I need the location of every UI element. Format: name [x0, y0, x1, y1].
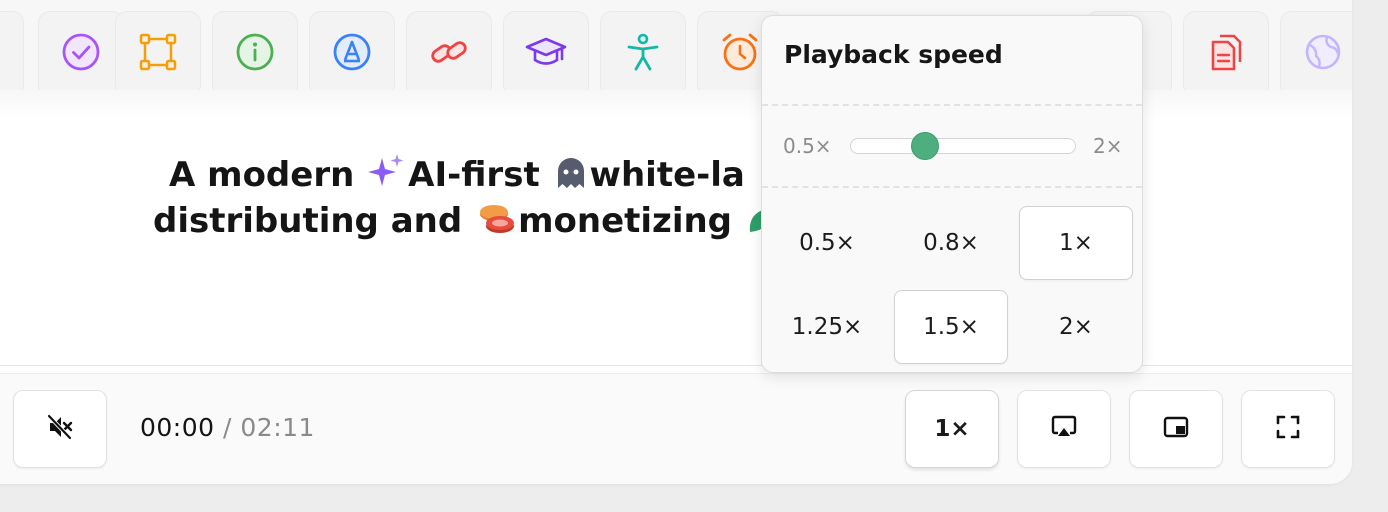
speed-button[interactable]: 1× [905, 390, 999, 468]
mute-button[interactable] [13, 390, 107, 468]
speed-option-1[interactable]: 1× [1019, 206, 1133, 280]
link-icon [427, 30, 471, 79]
icon-tile[interactable] [600, 11, 686, 97]
popup-divider [762, 104, 1142, 106]
current-time: 00:00 [140, 413, 215, 442]
headline-line-1: A modern AI-first white-la [169, 152, 745, 202]
icon-tile[interactable] [212, 11, 298, 97]
control-bar: 00:00 / 02:11 1× [0, 373, 1352, 484]
speed-slider-track[interactable] [850, 138, 1076, 154]
icon-tile[interactable] [115, 11, 201, 97]
graduation-cap-icon [524, 30, 568, 79]
headline-text: A modern [169, 155, 355, 195]
total-time: 02:11 [240, 413, 315, 442]
playback-speed-popup: Playback speed 0.5× 2× 0.5× 0.8× 1× 1.25… [761, 15, 1143, 373]
icon-strip [0, 0, 1352, 120]
headline-text: AI-first [408, 155, 540, 195]
speed-option-1-25[interactable]: 1.25× [770, 290, 884, 364]
fullscreen-icon [1275, 414, 1301, 445]
icon-tile[interactable] [38, 11, 124, 97]
divider [0, 365, 1352, 366]
slider-min-label: 0.5× [783, 134, 832, 158]
time-display: 00:00 / 02:11 [140, 413, 315, 442]
info-circle-icon [233, 30, 277, 79]
popup-divider [762, 186, 1142, 188]
sparkles-icon [368, 152, 406, 202]
icon-tile[interactable] [503, 11, 589, 97]
icon-tile[interactable] [309, 11, 395, 97]
picture-in-picture-icon [1163, 414, 1189, 445]
fullscreen-button[interactable] [1241, 390, 1335, 468]
pip-button[interactable] [1129, 390, 1223, 468]
speed-option-2[interactable]: 2× [1019, 290, 1133, 364]
headline-line-2: distributing and monetizing [153, 198, 778, 248]
speed-option-1-5[interactable]: 1.5× [894, 290, 1008, 364]
headline-text: white-la [589, 155, 745, 195]
speed-option-0-8[interactable]: 0.8× [894, 206, 1008, 280]
popup-title: Playback speed [784, 40, 1003, 69]
bounding-box-icon [136, 30, 180, 79]
video-player: A modern AI-first white-la distributing … [0, 0, 1352, 484]
airplay-button[interactable] [1017, 390, 1111, 468]
speed-option-0-5[interactable]: 0.5× [770, 206, 884, 280]
slider-max-label: 2× [1093, 134, 1123, 158]
ghost-icon [554, 156, 588, 202]
speed-slider-thumb[interactable] [911, 132, 940, 160]
check-circle-icon [59, 30, 103, 79]
globe-icon [1301, 30, 1345, 79]
headline-text: monetizing [518, 201, 733, 241]
coins-icon [476, 202, 516, 248]
accessibility-icon [621, 30, 665, 79]
headline-text: distributing and [153, 201, 463, 241]
icon-tile[interactable] [1183, 11, 1269, 97]
icon-tile[interactable] [1280, 11, 1352, 97]
airplay-icon [1051, 414, 1077, 445]
copy-document-icon [1204, 30, 1248, 79]
letter-a-circle-icon [330, 30, 374, 79]
speaker-muted-icon [47, 414, 73, 445]
alarm-clock-icon [718, 30, 762, 79]
icon-tile-partial[interactable] [0, 11, 24, 97]
time-separator: / [223, 413, 232, 442]
icon-tile[interactable] [406, 11, 492, 97]
